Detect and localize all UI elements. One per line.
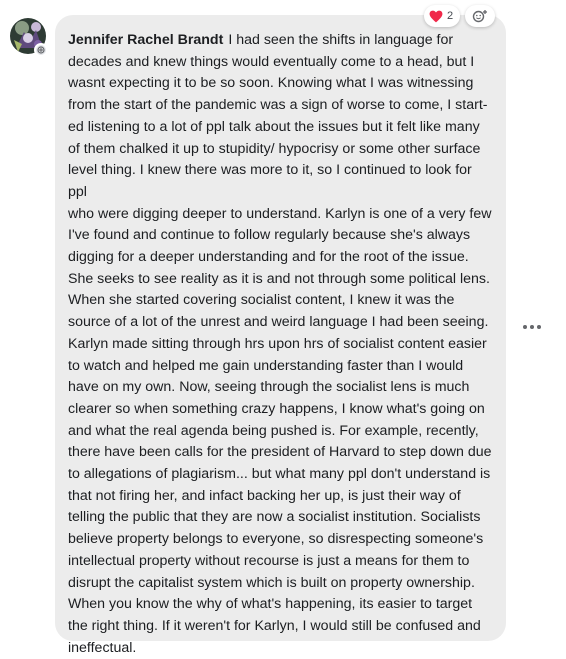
comment-line: I had seen the shifts in language for: [228, 32, 454, 48]
comment-text: Jennifer Rachel Brandt I had seen the shi…: [68, 30, 494, 659]
comment-line: that not firing her, and infact backing …: [68, 487, 461, 504]
comment-line: I've found and continue to follow regula…: [68, 227, 471, 244]
comment-bubble: Jennifer Rachel Brandt I had seen the shi…: [55, 15, 506, 656]
add-reaction-button[interactable]: [465, 5, 496, 27]
heart-icon: [429, 10, 443, 22]
comment-line: to allegations of plagiarism... but what…: [68, 466, 491, 483]
comment-line: to watch and helped me gain understandin…: [68, 357, 464, 374]
comment-line: decades and knew things would eventually…: [68, 53, 475, 70]
comment-line: digging for a deeper understanding and f…: [68, 249, 469, 266]
more-options-icon: [523, 325, 541, 329]
add-reaction-icon: [472, 10, 488, 23]
active-status-badge: [34, 43, 48, 57]
comment-line: of them chalked it up to stupidity/ hypo…: [68, 140, 481, 157]
comment-line: source of a lot of the unrest and weird …: [68, 314, 489, 331]
comment-line: who were digging deeper to understand. K…: [68, 205, 492, 222]
comment-author[interactable]: Jennifer Rachel Brandt: [68, 32, 223, 48]
comment-line: clearer so when something crazy happens,…: [68, 400, 485, 417]
reactions: 2: [424, 5, 496, 27]
comment-line: believe property belongs to everyone, so…: [68, 531, 484, 548]
comment-line: Karlyn made sitting through hrs upon hrs…: [68, 335, 487, 352]
comment-line: the right thing. If it weren't for Karly…: [68, 617, 481, 634]
reaction-count-pill[interactable]: 2: [424, 5, 461, 27]
comment-line: level thing. I knew there was more to it…: [68, 162, 472, 200]
comment-line: telling the public that they are now a s…: [68, 509, 481, 526]
comment-line: ed listening to a lot of ppl talk about …: [68, 118, 480, 135]
reaction-count: 2: [447, 10, 454, 22]
comment-line: wasnt expecting it to be so soon. Knowin…: [68, 75, 474, 92]
comment-line: intellectual property without recourse i…: [68, 552, 470, 569]
comment-body: I had seen the shifts in language for dec…: [68, 32, 492, 656]
comment-line: When she started covering socialist cont…: [68, 292, 455, 309]
comment-line: and what the real agenda being pushed is…: [68, 422, 479, 439]
badge-icon: [37, 46, 45, 54]
comment-line: She seeks to see reality as it is and no…: [68, 270, 490, 287]
comment-line: there have been calls for the president …: [68, 444, 492, 461]
more-options-button[interactable]: [519, 320, 545, 334]
comment-line: from the start of the pandemic was a sig…: [68, 97, 488, 114]
comment-line: When you know the why of what's happenin…: [68, 596, 473, 613]
comment-line: disrupt the capitalist system which is b…: [68, 574, 475, 591]
comment-line: have on my own. Now, seeing through the …: [68, 379, 470, 396]
comment-line: ineffectual.: [68, 639, 137, 656]
